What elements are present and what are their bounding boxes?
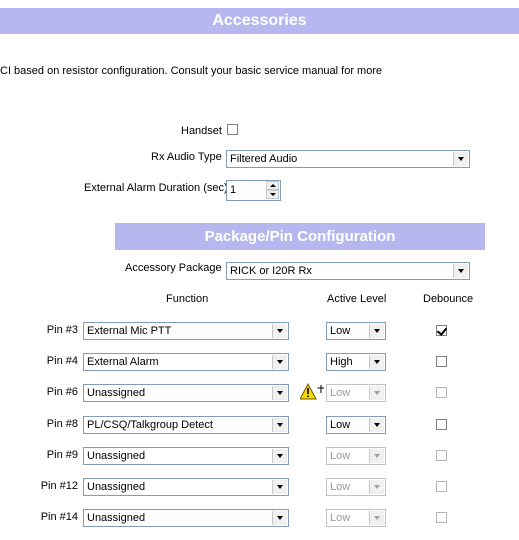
intro-text: CI based on resistor configuration. Cons… (0, 65, 383, 77)
pin-active-level-select: Low (326, 384, 386, 402)
pin-active-level-select: Low (326, 478, 386, 496)
rx-audio-label: Rx Audio Type (151, 151, 222, 163)
rx-audio-select[interactable]: Filtered Audio (226, 150, 470, 168)
pin-label: Pin #8 (46, 418, 78, 430)
chevron-down-icon[interactable] (272, 449, 287, 463)
pin-active-level-value: High (330, 356, 353, 368)
pin-active-level-select[interactable]: High (326, 353, 386, 371)
chevron-down-icon[interactable] (369, 355, 384, 369)
spin-down-icon[interactable] (266, 190, 279, 199)
pin-active-level-value: Low (330, 512, 351, 524)
pin-active-level-value: Low (330, 387, 351, 399)
pin-label: Pin #4 (46, 355, 78, 367)
alarm-duration-value: 1 (230, 184, 237, 196)
pin-active-level-value: Low (330, 481, 351, 493)
handset-label: Handset (181, 125, 222, 137)
pin-label: Pin #6 (46, 386, 78, 398)
chevron-down-icon (369, 449, 384, 463)
pin-function-select[interactable]: External Mic PTT (83, 322, 289, 340)
pin-function-value: External Mic PTT (87, 325, 172, 337)
pin-debounce-checkbox[interactable] (436, 419, 447, 430)
chevron-down-icon (369, 480, 384, 494)
pin-debounce-checkbox[interactable] (436, 356, 447, 367)
chevron-down-icon[interactable] (369, 418, 384, 432)
pin-function-value: Unassigned (87, 450, 146, 462)
chevron-down-icon (369, 511, 384, 525)
pin-active-level-select[interactable]: Low (326, 322, 386, 340)
pin-function-select[interactable]: Unassigned (83, 384, 289, 402)
pin-label: Pin #14 (40, 511, 78, 523)
pin-active-level-select: Low (326, 447, 386, 465)
column-active-level: Active Level (327, 293, 387, 305)
pin-function-value: Unassigned (87, 512, 146, 524)
pin-debounce-checkbox (436, 450, 447, 461)
pin-function-value: Unassigned (87, 481, 146, 493)
pin-debounce-checkbox[interactable] (436, 325, 447, 336)
pin-function-value: Unassigned (87, 387, 146, 399)
pin-label: Pin #9 (46, 449, 78, 461)
pin-function-select[interactable]: Unassigned (83, 478, 289, 496)
column-function: Function (166, 293, 209, 305)
pin-function-value: External Alarm (87, 356, 159, 368)
chevron-down-icon[interactable] (272, 418, 287, 432)
pin-label: Pin #12 (40, 480, 78, 492)
pin-function-select[interactable]: Unassigned (83, 509, 289, 527)
pin-function-select[interactable]: External Alarm (83, 353, 289, 371)
chevron-down-icon[interactable] (272, 355, 287, 369)
package-header: Package/Pin Configuration (115, 223, 485, 250)
warning-triangle-icon (300, 383, 324, 400)
pin-debounce-checkbox (436, 387, 447, 398)
pin-debounce-checkbox (436, 481, 447, 492)
pin-function-select[interactable]: PL/CSQ/Talkgroup Detect (83, 416, 289, 434)
pin-function-select[interactable]: Unassigned (83, 447, 289, 465)
chevron-down-icon[interactable] (272, 480, 287, 494)
alarm-duration-label: External Alarm Duration (sec) (84, 182, 228, 194)
handset-checkbox[interactable] (227, 124, 238, 135)
pin-active-level-value: Low (330, 419, 351, 431)
chevron-down-icon[interactable] (369, 324, 384, 338)
pin-active-level-select[interactable]: Low (326, 416, 386, 434)
chevron-down-icon[interactable] (272, 511, 287, 525)
spin-up-icon[interactable] (266, 181, 279, 190)
pin-debounce-checkbox (436, 512, 447, 523)
chevron-down-icon[interactable] (272, 324, 287, 338)
column-debounce: Debounce (423, 293, 474, 305)
chevron-down-icon (369, 386, 384, 400)
pin-active-level-select: Low (326, 509, 386, 527)
rx-audio-value: Filtered Audio (230, 153, 298, 165)
chevron-down-icon[interactable] (272, 386, 287, 400)
alarm-duration-spinner[interactable]: 1 (226, 180, 281, 201)
package-title: Package/Pin Configuration (204, 228, 396, 245)
accessories-title: Accessories (212, 12, 307, 29)
accessory-package-value: RICK or I20R Rx (230, 265, 312, 277)
pin-label: Pin #3 (46, 324, 78, 336)
chevron-down-icon[interactable] (453, 264, 468, 278)
accessory-package-label: Accessory Package (125, 262, 222, 274)
accessories-header: Accessories (0, 8, 519, 34)
pin-function-value: PL/CSQ/Talkgroup Detect (87, 419, 213, 431)
pin-active-level-value: Low (330, 450, 351, 462)
chevron-down-icon[interactable] (453, 152, 468, 166)
accessory-package-select[interactable]: RICK or I20R Rx (226, 262, 470, 280)
pin-active-level-value: Low (330, 325, 351, 337)
